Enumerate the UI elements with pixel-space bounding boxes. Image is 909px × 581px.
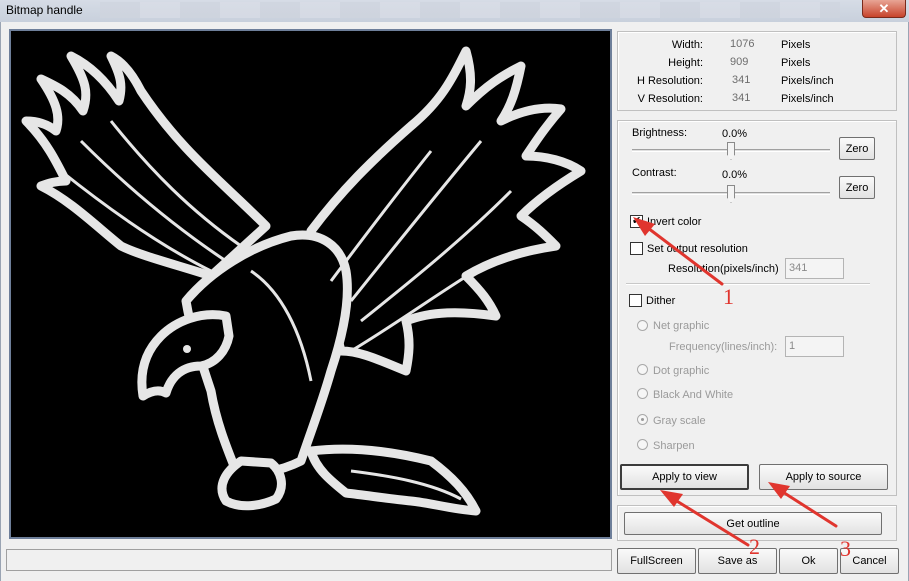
annotation-3: 3: [840, 536, 851, 561]
eagle-tail: [306, 444, 481, 516]
height-unit: Pixels: [781, 57, 811, 69]
title-bar: Bitmap handle ✕: [0, 0, 909, 22]
brightness-value: 0.0%: [722, 128, 748, 140]
h-resolution-value: 341: [732, 74, 751, 86]
resolution-label: Resolution(pixels/inch): [668, 263, 779, 275]
sharpen-radio[interactable]: [637, 439, 648, 450]
gray-scale-radio[interactable]: [637, 414, 648, 425]
height-value: 909: [730, 56, 749, 68]
set-output-resolution-checkbox[interactable]: [630, 242, 643, 255]
save-as-button[interactable]: Save as: [698, 548, 777, 574]
close-icon: ✕: [878, 0, 890, 16]
eagle-talons: [217, 456, 286, 511]
ok-button[interactable]: Ok: [779, 548, 838, 574]
dither-checkbox[interactable]: [629, 294, 642, 307]
get-outline-button[interactable]: Get outline: [624, 512, 882, 535]
annotation-2: 2: [749, 534, 760, 559]
contrast-zero-button[interactable]: Zero: [839, 176, 875, 199]
eagle-image: [21, 46, 586, 516]
frequency-label: Frequency(lines/inch):: [669, 341, 778, 353]
v-resolution-label: V Resolution:: [637, 93, 703, 105]
net-graphic-label: Net graphic: [653, 320, 710, 332]
resolution-input[interactable]: 341: [785, 258, 844, 279]
annotation-1: 1: [723, 284, 734, 309]
brightness-zero-button[interactable]: Zero: [839, 137, 875, 160]
net-graphic-radio[interactable]: [637, 320, 648, 331]
dither-label[interactable]: Dither: [646, 295, 675, 307]
frequency-input[interactable]: 1: [785, 336, 844, 357]
eagle-left-wing: [21, 51, 271, 281]
close-button[interactable]: ✕: [862, 0, 906, 18]
dot-graphic-radio[interactable]: [637, 364, 648, 375]
height-label: Height:: [668, 57, 703, 69]
eagle-right-wing: [306, 46, 586, 376]
sharpen-label: Sharpen: [653, 440, 695, 452]
width-unit: Pixels: [781, 39, 811, 51]
width-value: 1076: [730, 38, 755, 50]
h-resolution-unit: Pixels/inch: [781, 75, 834, 87]
v-resolution-value: 341: [732, 92, 751, 104]
window-title: Bitmap handle: [6, 3, 83, 17]
invert-color-checkbox[interactable]: [630, 214, 643, 228]
dot-graphic-label: Dot graphic: [653, 365, 710, 377]
invert-color-label[interactable]: Invert color: [647, 216, 701, 228]
black-and-white-radio[interactable]: [637, 388, 648, 399]
fullscreen-button[interactable]: FullScreen: [617, 548, 696, 574]
title-bar-background: [100, 2, 840, 18]
v-resolution-unit: Pixels/inch: [781, 93, 834, 105]
contrast-label: Contrast:: [632, 167, 677, 179]
set-output-resolution-label[interactable]: Set output resolution: [647, 243, 748, 255]
apply-to-view-button[interactable]: Apply to view: [620, 464, 749, 490]
apply-to-source-button[interactable]: Apply to source: [759, 464, 888, 490]
image-preview: [9, 29, 612, 539]
black-and-white-label: Black And White: [653, 389, 734, 401]
contrast-value: 0.0%: [722, 169, 748, 181]
gray-scale-label: Gray scale: [653, 415, 706, 427]
brightness-label: Brightness:: [632, 127, 688, 139]
width-label: Width:: [671, 39, 703, 51]
divider: [626, 283, 870, 285]
status-bar: [6, 549, 612, 571]
h-resolution-label: H Resolution:: [636, 75, 703, 87]
